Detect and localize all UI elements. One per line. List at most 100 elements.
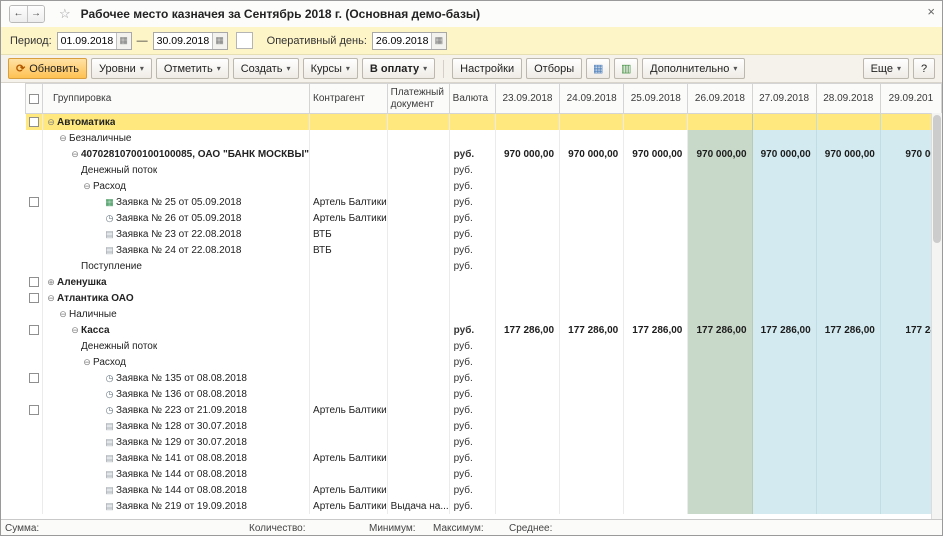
value-cell[interactable]	[624, 450, 688, 466]
currency-cell[interactable]: руб.	[449, 418, 495, 434]
value-cell[interactable]	[752, 482, 816, 498]
calendar-icon[interactable]: ▦	[116, 33, 131, 49]
column-header[interactable]: Контрагент	[310, 84, 388, 114]
currency-cell[interactable]: руб.	[449, 370, 495, 386]
table-row[interactable]: ⊖Расходруб.	[26, 178, 942, 194]
value-cell[interactable]	[752, 370, 816, 386]
currency-cell[interactable]	[449, 306, 495, 322]
value-cell[interactable]	[495, 338, 559, 354]
value-cell[interactable]	[495, 258, 559, 274]
value-cell[interactable]	[752, 178, 816, 194]
value-cell[interactable]	[560, 450, 624, 466]
column-header-date[interactable]: 25.09.2018	[624, 84, 688, 114]
payment-doc-cell[interactable]	[387, 114, 449, 131]
value-cell[interactable]	[624, 482, 688, 498]
expander-icon[interactable]: ⊖	[45, 293, 57, 304]
currency-cell[interactable]: руб.	[449, 402, 495, 418]
counterparty-cell[interactable]	[310, 258, 388, 274]
grouping-cell[interactable]: ▤Заявка № 144 от 08.08.2018	[43, 482, 310, 498]
currency-cell[interactable]: руб.	[449, 178, 495, 194]
payment-doc-cell[interactable]	[387, 290, 449, 306]
grouping-cell[interactable]: ◷Заявка № 135 от 08.08.2018	[43, 370, 310, 386]
table-row[interactable]: ⊖Безналичные	[26, 130, 942, 146]
value-cell[interactable]	[752, 162, 816, 178]
value-cell[interactable]	[816, 290, 880, 306]
currency-cell[interactable]: руб.	[449, 242, 495, 258]
payment-doc-cell[interactable]	[387, 274, 449, 290]
value-cell[interactable]	[560, 418, 624, 434]
value-cell[interactable]: 970 000,00	[495, 146, 559, 162]
period-extra-button[interactable]	[236, 32, 253, 49]
payment-doc-cell[interactable]	[387, 258, 449, 274]
value-cell[interactable]	[624, 194, 688, 210]
back-button[interactable]: ←	[10, 6, 27, 22]
value-cell[interactable]: 177 286,00	[495, 322, 559, 338]
currency-cell[interactable]: руб.	[449, 466, 495, 482]
value-cell[interactable]	[624, 226, 688, 242]
expander-icon[interactable]: ⊖	[57, 133, 69, 144]
value-cell[interactable]	[816, 370, 880, 386]
value-cell[interactable]	[816, 450, 880, 466]
value-cell[interactable]: 970 000,00	[624, 146, 688, 162]
payment-doc-cell[interactable]	[387, 418, 449, 434]
payment-doc-cell[interactable]	[387, 178, 449, 194]
counterparty-cell[interactable]: ВТБ	[310, 226, 388, 242]
table-row[interactable]: ◷Заявка № 136 от 08.08.2018руб.	[26, 386, 942, 402]
grouping-cell[interactable]: ⊖40702810700100100085, ОАО "БАНК МОСКВЫ"	[43, 146, 310, 162]
payment-doc-cell[interactable]	[387, 210, 449, 226]
grouping-cell[interactable]: ▤Заявка № 141 от 08.08.2018	[43, 450, 310, 466]
value-cell[interactable]	[688, 226, 752, 242]
value-cell[interactable]	[624, 354, 688, 370]
value-cell[interactable]	[752, 210, 816, 226]
currency-cell[interactable]: руб.	[449, 226, 495, 242]
currency-cell[interactable]: руб.	[449, 194, 495, 210]
value-cell[interactable]	[752, 434, 816, 450]
counterparty-cell[interactable]	[310, 306, 388, 322]
column-header-date[interactable]: 23.09.2018	[495, 84, 559, 114]
date-from-input[interactable]	[58, 33, 116, 49]
value-cell[interactable]	[495, 418, 559, 434]
payment-doc-cell[interactable]	[387, 146, 449, 162]
row-checkbox[interactable]	[29, 197, 39, 207]
value-cell[interactable]	[495, 242, 559, 258]
currency-cell[interactable]: руб.	[449, 450, 495, 466]
value-cell[interactable]	[495, 290, 559, 306]
payment-doc-cell[interactable]	[387, 354, 449, 370]
value-cell[interactable]	[560, 370, 624, 386]
table-row[interactable]: ⊕Аленушка	[26, 274, 942, 290]
currency-cell[interactable]	[449, 114, 495, 131]
additional-button[interactable]: Дополнительно ▾	[642, 58, 745, 79]
value-cell[interactable]	[624, 258, 688, 274]
create-button[interactable]: Создать ▾	[233, 58, 299, 79]
value-cell[interactable]	[688, 210, 752, 226]
counterparty-cell[interactable]: Артель Балтики	[310, 402, 388, 418]
column-header[interactable]: Группировка	[43, 84, 310, 114]
value-cell[interactable]	[752, 242, 816, 258]
refresh-button[interactable]: ⟳ Обновить	[8, 58, 87, 79]
expander-icon[interactable]: ⊖	[69, 149, 81, 160]
value-cell[interactable]	[495, 466, 559, 482]
table-row[interactable]: ◷Заявка № 135 от 08.08.2018 руб.	[26, 370, 942, 386]
value-cell[interactable]: 177 286,00	[752, 322, 816, 338]
value-cell[interactable]	[816, 258, 880, 274]
counterparty-cell[interactable]: Артель Балтики	[310, 482, 388, 498]
value-cell[interactable]: 970 000,00	[752, 146, 816, 162]
value-cell[interactable]	[816, 210, 880, 226]
favorite-star-icon[interactable]: ☆	[59, 6, 71, 22]
table-row[interactable]: ▤Заявка № 219 от 19.09.2018Артель Балтик…	[26, 498, 942, 514]
payment-doc-cell[interactable]	[387, 226, 449, 242]
value-cell[interactable]	[624, 306, 688, 322]
value-cell[interactable]	[624, 386, 688, 402]
counterparty-cell[interactable]	[310, 466, 388, 482]
row-checkbox[interactable]	[29, 293, 39, 303]
calendar-icon[interactable]: ▦	[212, 33, 227, 49]
value-cell[interactable]	[816, 498, 880, 514]
value-cell[interactable]	[816, 402, 880, 418]
value-cell[interactable]	[495, 130, 559, 146]
currency-cell[interactable]	[449, 274, 495, 290]
value-cell[interactable]	[688, 338, 752, 354]
value-cell[interactable]	[752, 290, 816, 306]
counterparty-cell[interactable]	[310, 386, 388, 402]
pivot-view-button[interactable]: ▦	[586, 58, 610, 79]
column-header-date[interactable]: 29.09.201	[880, 84, 941, 114]
